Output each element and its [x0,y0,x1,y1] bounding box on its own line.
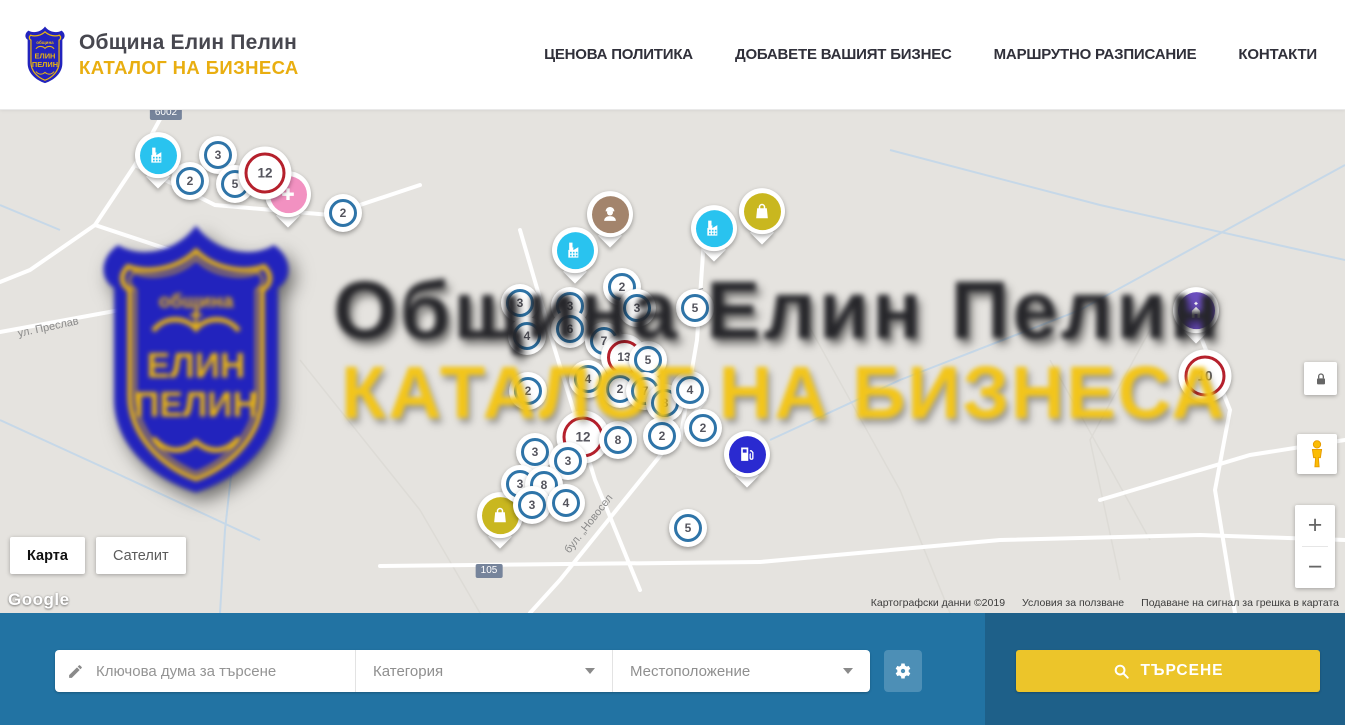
brand[interactable]: община ЕЛИН ПЕЛИН Община Елин Пелин КАТА… [22,24,299,86]
google-logo[interactable]: Google [8,590,70,610]
municipality-emblem-logo: община ЕЛИН ПЕЛИН [22,24,68,86]
brand-title: Община Елин Пелин [79,31,299,55]
nav-contacts[interactable]: КОНТАКТИ [1238,46,1317,63]
factory-pin-marker[interactable] [691,205,737,251]
advanced-search-settings-button[interactable] [884,650,922,692]
map-canvas[interactable]: ул. Преславбул. „Новоселция 6002105 3251… [0,110,1345,613]
gear-icon [893,661,913,681]
search-input-group: Категория Местоположение [55,650,870,692]
map-type-map-button[interactable]: Карта [10,537,85,574]
report-map-error-link[interactable]: Подаване на сигнал за грешка в картата [1141,597,1339,609]
street-view-pegman-button[interactable] [1297,434,1337,474]
lock-button[interactable] [1304,362,1337,395]
fuel-pin-marker[interactable] [724,431,770,477]
category-select[interactable]: Категория [355,650,612,692]
nav-add-your-business[interactable]: ДОБАВЕТЕ ВАШИЯТ БИЗНЕС [735,46,952,63]
search-button-label: ТЪРСЕНЕ [1141,662,1224,680]
main-nav: ЦЕНОВА ПОЛИТИКА ДОБАВЕТЕ ВАШИЯТ БИЗНЕС М… [544,46,1317,63]
church-pin-marker[interactable] [1173,287,1219,333]
factory-pin-marker[interactable] [135,132,181,178]
terms-of-use-link[interactable]: Условия за ползване [1022,597,1124,609]
pin-front-layer [0,110,1345,613]
map-attribution: Картографски данни ©2019 Условия за полз… [871,597,1339,609]
chevron-down-icon [585,668,595,674]
pegman-icon [1306,439,1328,469]
nav-route-schedule[interactable]: МАРШРУТНО РАЗПИСАНИЕ [994,46,1197,63]
header: община ЕЛИН ПЕЛИН Община Елин Пелин КАТА… [0,0,1345,110]
map-type-switcher: Карта Сателит [10,537,186,574]
svg-text:община: община [36,38,54,44]
nav-pricing-policy[interactable]: ЦЕНОВА ПОЛИТИКА [544,46,693,63]
keyword-field-wrap [55,650,355,692]
zoom-control: + − [1295,505,1335,588]
attribution-copyright: Картографски данни ©2019 [871,597,1005,609]
chevron-down-icon [843,668,853,674]
search-button[interactable]: ТЪРСЕНЕ [1016,650,1320,692]
pencil-icon [67,663,84,680]
zoom-in-button[interactable]: + [1295,505,1335,546]
svg-text:ПЕЛИН: ПЕЛИН [32,59,58,68]
bag-pin-marker[interactable] [739,188,785,234]
factory-pin-marker[interactable] [552,227,598,273]
keyword-search-input[interactable] [94,662,343,681]
map-type-satellite-button[interactable]: Сателит [96,537,186,574]
category-select-value: Категория [373,663,443,680]
location-select[interactable]: Местоположение [612,650,870,692]
search-bar: Категория Местоположение ТЪРСЕНЕ [0,613,1345,725]
search-icon [1113,663,1130,680]
brand-subtitle: КАТАЛОГ НА БИЗНЕСА [79,57,299,79]
svg-text:ЕЛИН: ЕЛИН [35,51,56,60]
location-select-value: Местоположение [630,663,750,680]
zoom-out-button[interactable]: − [1295,547,1335,588]
lock-icon [1313,371,1329,387]
